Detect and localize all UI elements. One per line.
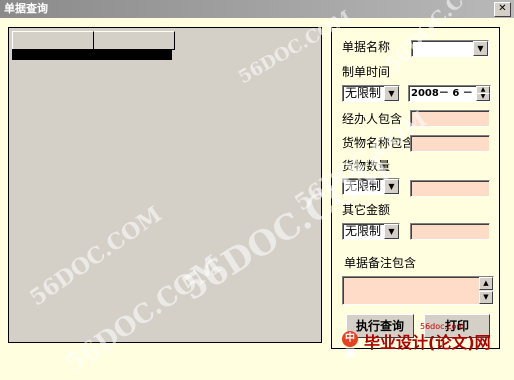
close-button[interactable]: ✕ (494, 2, 511, 17)
date-label: 制单时间 (342, 65, 391, 79)
scroll-down-icon[interactable]: ▼ (479, 291, 493, 304)
grid-selected-row[interactable] (12, 49, 172, 60)
doc-name-label: 单据名称 (342, 40, 391, 54)
window-title: 单据查询 (4, 2, 48, 15)
qty-mode-select[interactable]: 无限制 ▼ (342, 178, 400, 195)
handler-label: 经办人包含 (342, 112, 403, 126)
footer-logo-icon: 中国 (342, 331, 358, 360)
chevron-down-icon[interactable]: ▼ (384, 179, 399, 194)
chevron-down-icon[interactable]: ▼ (384, 224, 399, 239)
grid-column-header[interactable] (12, 31, 94, 50)
handler-input[interactable] (410, 110, 490, 127)
qty-label: 货物数量 (342, 159, 391, 173)
remark-scrollbar[interactable]: ▲ ▼ (479, 277, 493, 304)
query-window: 单据查询 ✕ 单据名称 ▼ 制单时间 无限制 ▼ 2008－ 6 － 8 ▲ ▼… (0, 0, 514, 380)
date-mode-select[interactable]: 无限制 ▼ (342, 85, 400, 102)
remark-textarea[interactable]: ▲ ▼ (342, 276, 494, 305)
footer-brand: 毕业设计(论文)网 (364, 333, 491, 352)
scroll-up-icon[interactable]: ▲ (479, 277, 493, 290)
chevron-down-icon[interactable]: ▼ (473, 41, 488, 56)
goods-name-input[interactable] (410, 135, 490, 152)
title-bar[interactable]: 单据查询 ✕ (0, 0, 514, 18)
qty-input[interactable] (410, 180, 490, 197)
chevron-down-icon[interactable]: ▼ (384, 86, 399, 101)
filter-panel: 单据名称 ▼ 制单时间 无限制 ▼ 2008－ 6 － 8 ▲ ▼ 经办人包含 … (331, 27, 500, 349)
results-grid[interactable] (8, 27, 322, 343)
grid-column-header[interactable] (93, 31, 175, 50)
close-icon: ✕ (498, 3, 507, 14)
goods-name-label: 货物名称包含 (342, 136, 415, 150)
date-picker[interactable]: 2008－ 6 － 8 ▲ ▼ (408, 85, 491, 102)
amount-mode-select[interactable]: 无限制 ▼ (342, 223, 400, 240)
doc-name-select[interactable]: ▼ (411, 40, 489, 57)
amount-label: 其它金额 (342, 203, 391, 217)
spin-down-icon[interactable]: ▼ (476, 93, 490, 101)
remark-label: 单据备注包含 (344, 256, 417, 270)
amount-input[interactable] (410, 223, 490, 240)
grid-header (12, 31, 175, 50)
